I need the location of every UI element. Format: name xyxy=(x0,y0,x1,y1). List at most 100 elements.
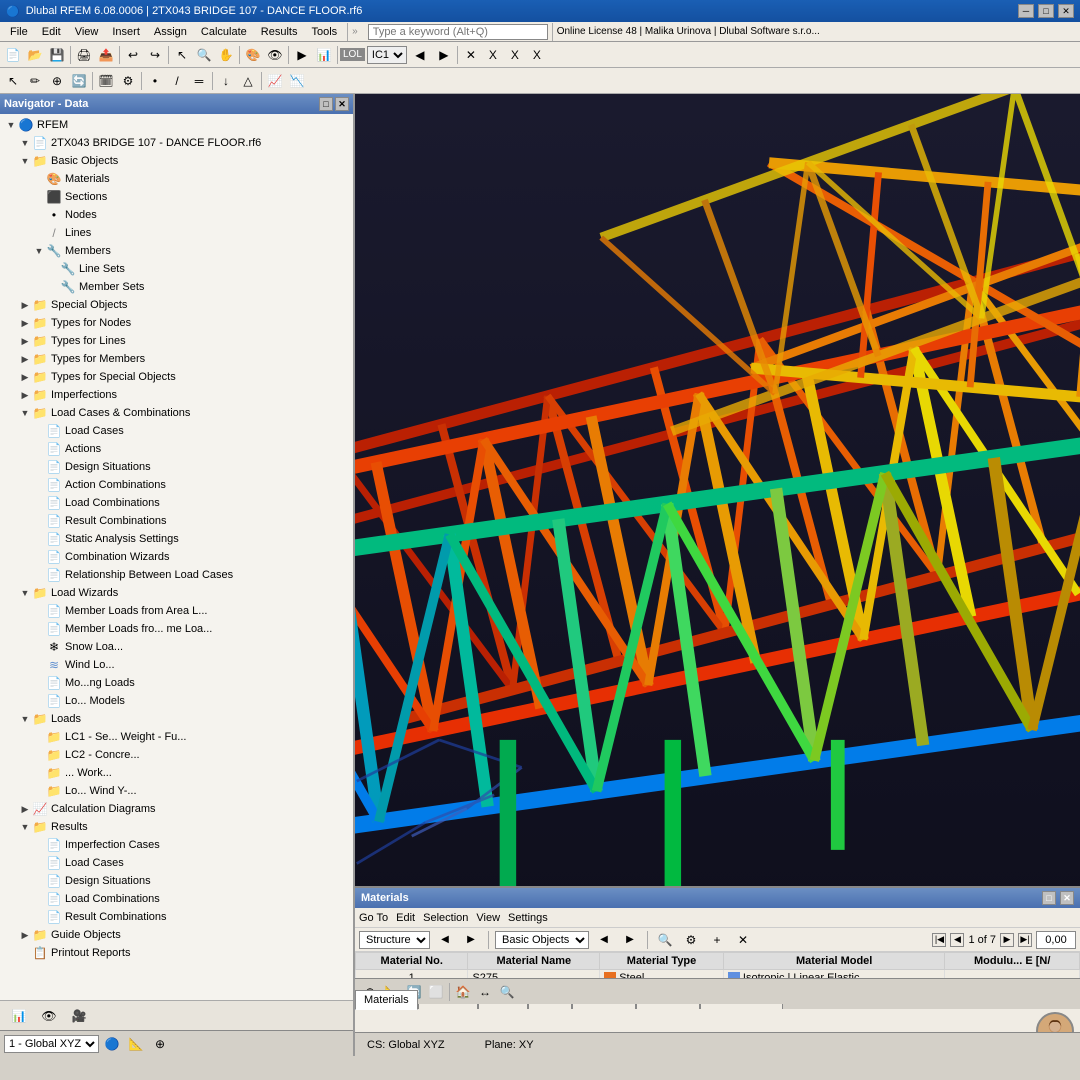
delete-button[interactable]: ✕ xyxy=(460,44,482,66)
tree-special-objects[interactable]: ▶ 📁 Special Objects xyxy=(0,296,353,314)
tree-actions[interactable]: 📄 Actions xyxy=(0,440,353,458)
member-btn[interactable]: ═ xyxy=(188,70,210,92)
xxx1-button[interactable]: X xyxy=(482,44,504,66)
select-button[interactable]: ↖ xyxy=(171,44,193,66)
new-button[interactable]: 📄 xyxy=(2,44,24,66)
calculate-button[interactable]: ▶ xyxy=(291,44,313,66)
lcc-toggle[interactable]: ▼ xyxy=(18,406,32,420)
tree-member-sets[interactable]: 🔧 Member Sets xyxy=(0,278,353,296)
tree-types-members[interactable]: ▶ 📁 Types for Members xyxy=(0,350,353,368)
menu-item-view[interactable]: View xyxy=(69,25,105,39)
mat-menu-selection[interactable]: Selection xyxy=(423,912,468,924)
nav-view-btn[interactable]: 👁 xyxy=(38,1005,60,1027)
tab-materials[interactable]: Materials xyxy=(355,990,418,1010)
mat-last-btn[interactable]: ▶| xyxy=(1018,933,1032,947)
tree-load-cases[interactable]: 📄 Load Cases xyxy=(0,422,353,440)
load-btn[interactable]: ↓ xyxy=(215,70,237,92)
menu-item-tools[interactable]: Tools xyxy=(305,25,343,39)
tree-loads[interactable]: ▼ 📁 Loads xyxy=(0,710,353,728)
export-button[interactable]: 📤 xyxy=(95,44,117,66)
nav-camera-btn[interactable]: 🎥 xyxy=(68,1005,90,1027)
types-members-toggle[interactable]: ▶ xyxy=(18,352,32,366)
tree-load-models[interactable]: 📄 Lo... Models xyxy=(0,692,353,710)
vp-tb7[interactable]: 🔍 xyxy=(496,981,518,1003)
tree-res-design-situations[interactable]: 📄 Design Situations xyxy=(0,872,353,890)
tree-res-load-cases[interactable]: 📄 Load Cases xyxy=(0,854,353,872)
tree-imperfection-cases[interactable]: 📄 Imperfection Cases xyxy=(0,836,353,854)
load-wizards-toggle[interactable]: ▼ xyxy=(18,586,32,600)
tree-lc2[interactable]: 📁 LC2 - Concre... xyxy=(0,746,353,764)
mat-first-btn[interactable]: |◀ xyxy=(932,933,946,947)
menu-item-results[interactable]: Results xyxy=(255,25,304,39)
diagram-btn[interactable]: 📉 xyxy=(286,70,308,92)
types-nodes-toggle[interactable]: ▶ xyxy=(18,316,32,330)
go-toggle[interactable]: ▶ xyxy=(18,928,32,942)
tree-rfem-root[interactable]: ▼ 🔵 RFEM xyxy=(0,116,353,134)
xxx3-button[interactable]: X xyxy=(526,44,548,66)
mat-basic-objects-dropdown[interactable]: Basic Objects xyxy=(495,931,589,949)
snap-btn[interactable]: ⊕ xyxy=(46,70,68,92)
tree-materials[interactable]: 🎨 Materials xyxy=(0,170,353,188)
load-case-selector[interactable]: LOL IC1 ◀ ▶ xyxy=(340,44,455,66)
node-btn[interactable]: • xyxy=(144,70,166,92)
next-lc[interactable]: ▶ xyxy=(433,44,455,66)
tree-result-combinations[interactable]: 📄 Result Combinations xyxy=(0,512,353,530)
tree-basic-objects[interactable]: ▼ 📁 Basic Objects xyxy=(0,152,353,170)
redo-button[interactable]: ↪ xyxy=(144,44,166,66)
loads-toggle[interactable]: ▼ xyxy=(18,712,32,726)
project-toggle[interactable]: ▼ xyxy=(18,136,32,150)
print-button[interactable]: 🖨 xyxy=(73,44,95,66)
tree-action-combinations[interactable]: 📄 Action Combinations xyxy=(0,476,353,494)
tree-member-loads-area[interactable]: 📄 Member Loads from Area L... xyxy=(0,602,353,620)
types-special-toggle[interactable]: ▶ xyxy=(18,370,32,384)
tree-member-loads-line[interactable]: 📄 Member Loads fro... me Loa... xyxy=(0,620,353,638)
mat-menu-edit[interactable]: Edit xyxy=(396,912,415,924)
tree-snow-loads[interactable]: ❄ Snow Loa... xyxy=(0,638,353,656)
tree-printout-reports[interactable]: 📋 Printout Reports xyxy=(0,944,353,962)
tree-res-result-combinations[interactable]: 📄 Result Combinations xyxy=(0,908,353,926)
maximize-button[interactable]: □ xyxy=(1038,4,1054,18)
mat-bo-prev[interactable]: ◀ xyxy=(593,929,615,951)
types-lines-toggle[interactable]: ▶ xyxy=(18,334,32,348)
tree-sections[interactable]: ⬛ Sections xyxy=(0,188,353,206)
line-btn[interactable]: / xyxy=(166,70,188,92)
cursor-btn[interactable]: ↖ xyxy=(2,70,24,92)
mat-prev-btn[interactable]: ◀ xyxy=(434,929,456,951)
tree-guide-objects[interactable]: ▶ 📁 Guide Objects xyxy=(0,926,353,944)
calc-toggle[interactable]: ▶ xyxy=(18,802,32,816)
undo-button[interactable]: ↩ xyxy=(122,44,144,66)
vp-tb4[interactable]: ⬜ xyxy=(425,981,447,1003)
prev-lc[interactable]: ◀ xyxy=(409,44,431,66)
result-btn[interactable]: 📈 xyxy=(264,70,286,92)
pan-button[interactable]: ✋ xyxy=(215,44,237,66)
results-button[interactable]: 📊 xyxy=(313,44,335,66)
members-toggle[interactable]: ▼ xyxy=(32,244,46,258)
close-button[interactable]: ✕ xyxy=(1058,4,1074,18)
tree-types-special[interactable]: ▶ 📁 Types for Special Objects xyxy=(0,368,353,386)
section-btn[interactable]: ⚙ xyxy=(117,70,139,92)
tree-imperfections[interactable]: ▶ 📁 Imperfections xyxy=(0,386,353,404)
tree-lc-wind[interactable]: 📁 Lo... Wind Y-... xyxy=(0,782,353,800)
tree-types-nodes[interactable]: ▶ 📁 Types for Nodes xyxy=(0,314,353,332)
mat-structure-dropdown[interactable]: Structure xyxy=(359,931,430,949)
mat-delete-btn[interactable]: ✕ xyxy=(732,929,754,951)
tree-calc-diagrams[interactable]: ▶ 📈 Calculation Diagrams xyxy=(0,800,353,818)
view3d-btn[interactable]: 🗓 xyxy=(95,70,117,92)
vp-tb5[interactable]: 🏠 xyxy=(452,981,474,1003)
load-case-dropdown[interactable]: IC1 xyxy=(367,46,407,64)
tree-relationship[interactable]: 📄 Relationship Between Load Cases xyxy=(0,566,353,584)
save-button[interactable]: 💾 xyxy=(46,44,68,66)
render-button[interactable]: 🎨 xyxy=(242,44,264,66)
minimize-button[interactable]: ─ xyxy=(1018,4,1034,18)
menu-item-calculate[interactable]: Calculate xyxy=(195,25,253,39)
imperfections-toggle[interactable]: ▶ xyxy=(18,388,32,402)
tree-nodes[interactable]: • Nodes xyxy=(0,206,353,224)
tree-line-sets[interactable]: 🔧 Line Sets xyxy=(0,260,353,278)
tree-lc1[interactable]: 📁 LC1 - Se... Weight - Fu... xyxy=(0,728,353,746)
mat-menu-settings[interactable]: Settings xyxy=(508,912,548,924)
mat-page-next-btn[interactable]: ▶ xyxy=(1000,933,1014,947)
mat-close-btn[interactable]: ✕ xyxy=(1060,891,1074,905)
zoom-button[interactable]: 🔍 xyxy=(193,44,215,66)
mat-bo-next[interactable]: ▶ xyxy=(619,929,641,951)
xxx2-button[interactable]: X xyxy=(504,44,526,66)
